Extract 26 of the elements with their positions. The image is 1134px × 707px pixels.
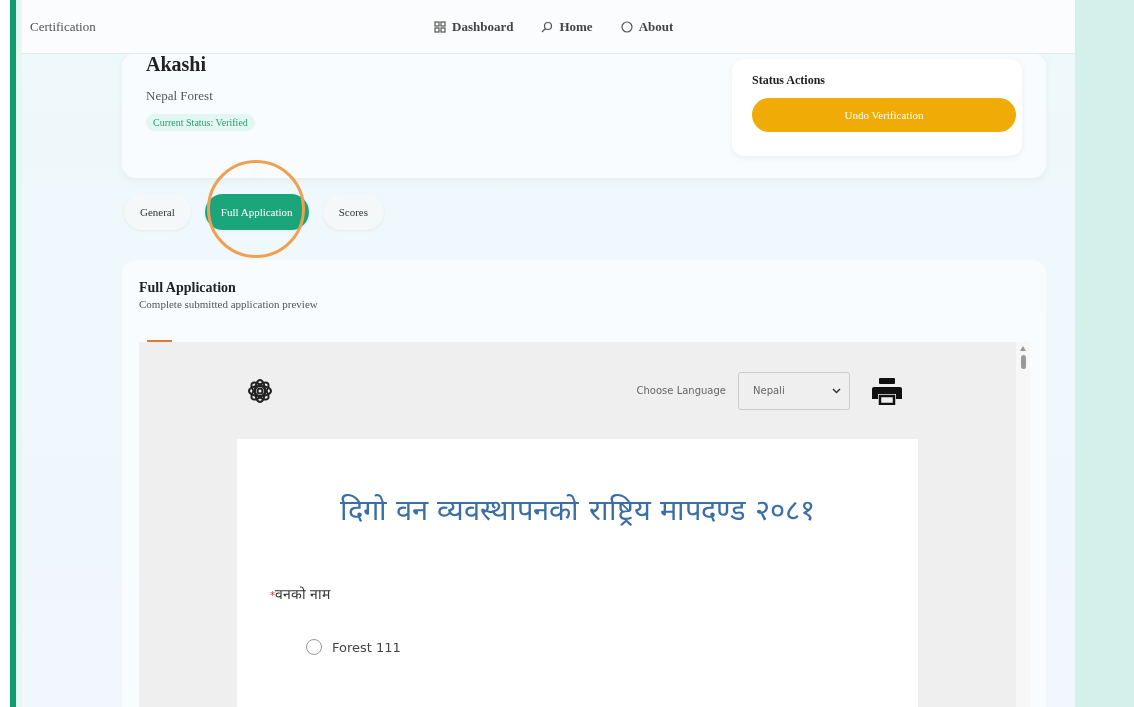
profile-name: Akashi: [146, 53, 208, 76]
tab[interactable]: Scores: [322, 194, 384, 230]
nav-link[interactable]: About: [620, 18, 674, 35]
grid-icon: [434, 20, 446, 33]
search-icon: [541, 20, 554, 33]
question-label: *वनको नाम: [270, 585, 332, 603]
organization-name: Nepal Forest: [146, 88, 214, 104]
chevron-down-icon: [832, 387, 841, 394]
language-select[interactable]: Nepali: [738, 371, 850, 410]
circle-icon: [620, 20, 633, 33]
radio-option[interactable]: Forest 111: [306, 639, 885, 655]
printer-icon[interactable]: [872, 376, 902, 405]
required-mark: *: [270, 590, 275, 601]
language-label: Choose Language: [636, 385, 726, 396]
flower-logo-icon: [247, 377, 273, 404]
scrollbar-thumb[interactable]: [1020, 355, 1026, 369]
form-title: दिगो वन व्यवस्थापनको राष्ट्रिय मापदण्ड २०८१: [338, 492, 817, 528]
panel-title: Full Application: [139, 280, 237, 296]
tab[interactable]: General: [124, 194, 191, 230]
brand-name: Certification: [30, 18, 96, 35]
scroll-up-icon[interactable]: [1020, 346, 1026, 351]
panel-subtitle: Complete submitted application preview: [139, 298, 319, 310]
status-actions-title: Status Actions: [752, 73, 826, 88]
nav-link[interactable]: Home: [541, 18, 593, 35]
status-badge: Current Status: Verified: [146, 114, 255, 131]
nav-link[interactable]: Dashboard: [434, 18, 514, 35]
